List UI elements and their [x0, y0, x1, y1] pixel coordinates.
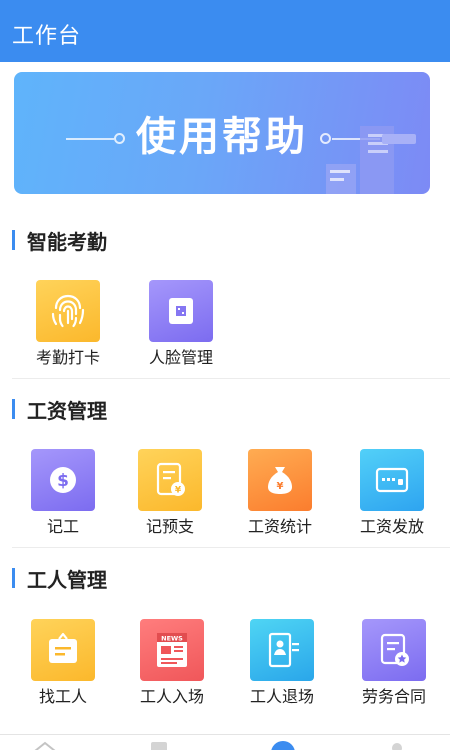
item-label: 考勤打卡 [35, 348, 100, 367]
attendance-checkin-button[interactable]: 考勤打卡 [20, 280, 116, 376]
item-label: 工人退场 [249, 687, 314, 706]
section-marker [12, 568, 15, 588]
wage-payment-button[interactable]: 工资发放 [344, 449, 440, 545]
svg-text:¥: ¥ [175, 486, 182, 496]
app-bar: 工作台 [0, 0, 450, 62]
page-title: 工作台 [12, 24, 82, 49]
home-tab-icon[interactable] [32, 739, 58, 750]
section-workers: 工人管理 [0, 558, 450, 598]
card-icon [360, 449, 424, 511]
item-label: 劳务合同 [361, 687, 426, 706]
contacts-tab-icon[interactable] [146, 739, 172, 750]
section-divider [12, 378, 450, 379]
work-record-button[interactable]: $ 记工 [15, 449, 111, 545]
sign-board-icon [31, 619, 95, 681]
dollar-icon: $ [31, 449, 95, 511]
news-icon: NEWS [140, 619, 204, 681]
money-bag-icon: ¥ [248, 449, 312, 511]
item-label: 记预支 [145, 517, 194, 536]
item-label: 工资发放 [359, 517, 424, 536]
fingerprint-icon [36, 280, 100, 342]
contract-icon [362, 619, 426, 681]
main-content[interactable]: 使用帮助 智能考勤 考勤打卡 人脸管理 工资管理 $ 记工 ¥ 记预支 ¥ 工资… [0, 62, 450, 734]
item-label: 记工 [46, 517, 79, 536]
worker-entry-button[interactable]: NEWS 工人入场 [124, 619, 220, 715]
section-title: 智能考勤 [27, 230, 107, 254]
section-marker [12, 399, 15, 419]
section-divider [12, 547, 450, 548]
item-label: 工资统计 [247, 517, 312, 536]
wage-statistics-button[interactable]: ¥ 工资统计 [232, 449, 328, 545]
workbench-tab-icon[interactable] [270, 739, 296, 750]
svg-text:NEWS: NEWS [161, 635, 183, 643]
item-label: 找工人 [38, 687, 87, 706]
section-attendance: 智能考勤 [0, 220, 450, 260]
advance-note-icon: ¥ [138, 449, 202, 511]
item-label: 工人入场 [139, 687, 204, 706]
item-label: 人脸管理 [148, 348, 213, 367]
profile-tab-icon[interactable] [384, 739, 410, 750]
section-title: 工资管理 [27, 399, 107, 423]
find-workers-button[interactable]: 找工人 [15, 619, 111, 715]
labor-contract-button[interactable]: 劳务合同 [346, 619, 442, 715]
document-stack-illustration [326, 126, 416, 194]
section-title: 工人管理 [27, 568, 107, 592]
svg-text:$: $ [57, 471, 69, 491]
badge-icon [250, 619, 314, 681]
advance-record-button[interactable]: ¥ 记预支 [122, 449, 218, 545]
help-banner[interactable]: 使用帮助 [14, 72, 430, 194]
face-management-button[interactable]: 人脸管理 [133, 280, 229, 376]
section-wages: 工资管理 [0, 389, 450, 429]
section-marker [12, 230, 15, 250]
svg-text:¥: ¥ [277, 481, 284, 492]
bottom-tab-bar [0, 734, 450, 750]
face-sim-icon [149, 280, 213, 342]
worker-exit-button[interactable]: 工人退场 [234, 619, 330, 715]
